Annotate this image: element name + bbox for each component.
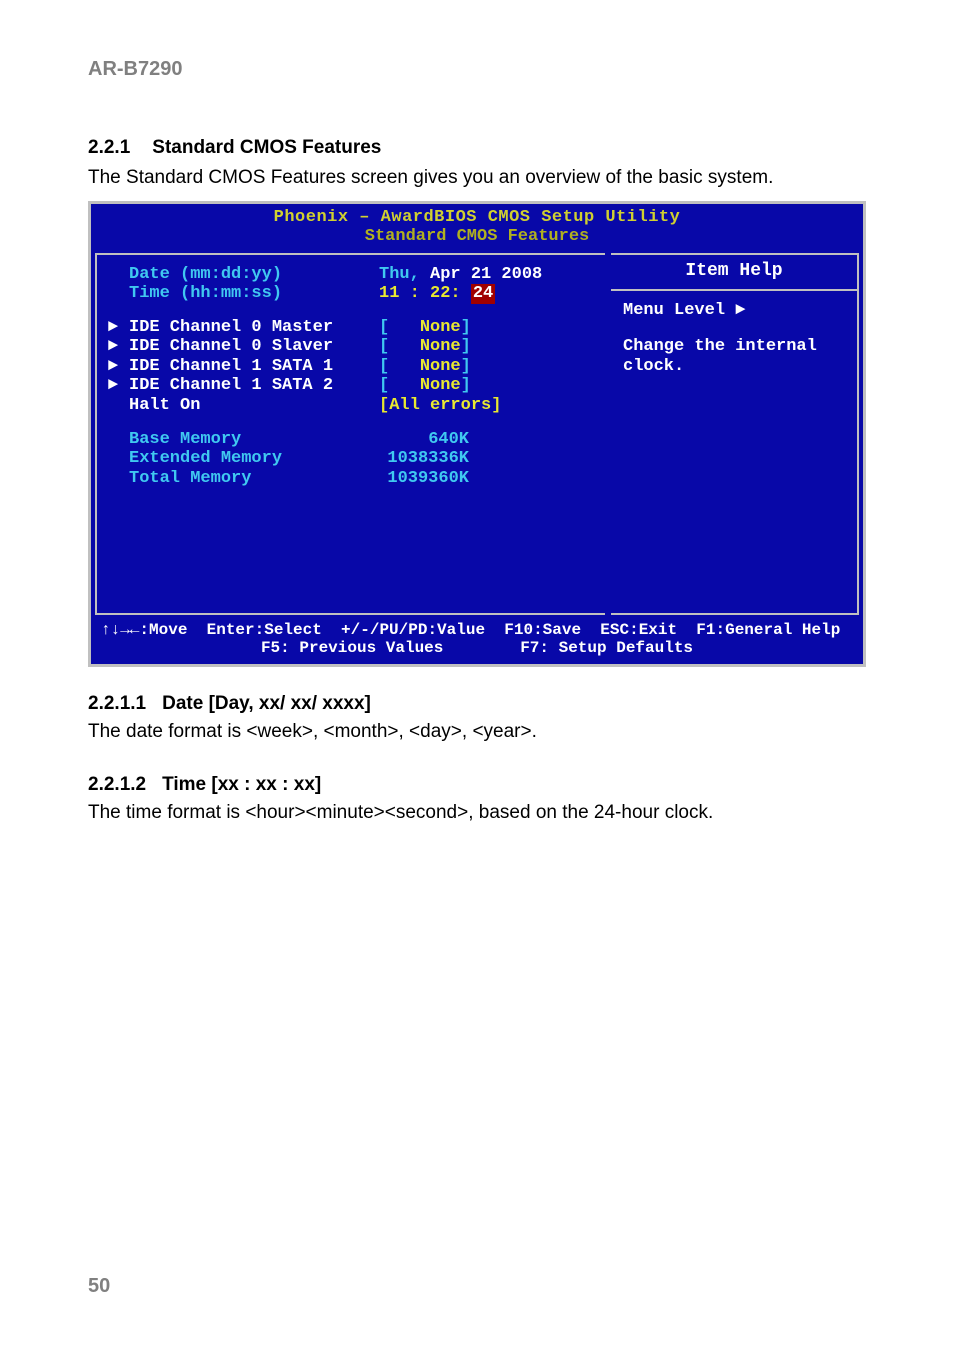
ide-row[interactable]: ► IDE Channel 1 SATA 2 [ None] [107,376,597,396]
date-row[interactable]: Date (mm:dd:yy) Thu, Apr 21 2008 [107,265,597,285]
time-ss-selected[interactable]: 24 [471,284,495,304]
bios-title: Phoenix – AwardBIOS CMOS Setup Utility [95,208,859,228]
ide-label: IDE Channel 0 Master [129,318,379,338]
help-title: Item Help [623,255,845,290]
time-label: Time (hh:mm:ss) [129,284,379,304]
total-mem-value: 1039360K [379,469,469,489]
base-mem-label: Base Memory [129,430,379,450]
subsection-text: The time format is <hour><minute><second… [88,800,866,826]
triangle-right-icon: ► [107,357,119,377]
bios-left-pane: Date (mm:dd:yy) Thu, Apr 21 2008 Time (h… [95,253,605,615]
subsection-heading: 2.2.1.2 Time [xx : xx : xx] [88,774,866,796]
time-mm: 22 [430,284,450,304]
ide-value: None [420,376,461,396]
section-title: Standard CMOS Features [152,137,381,158]
section-number: 2.2.1 [88,137,130,159]
subsection-number: 2.2.1.2 [88,774,146,796]
time-hh: 11 [379,284,399,304]
memory-row: Total Memory 1039360K [107,469,597,489]
date-label: Date (mm:dd:yy) [129,265,379,285]
ide-label: IDE Channel 1 SATA 1 [129,357,379,377]
subsection-title: Date [Day, xx/ xx/ xxxx] [162,693,371,714]
bios-screenshot: Phoenix – AwardBIOS CMOS Setup Utility S… [88,201,866,667]
subsection-number: 2.2.1.1 [88,693,146,715]
ide-row[interactable]: ► IDE Channel 1 SATA 1 [ None] [107,357,597,377]
total-mem-label: Total Memory [129,469,379,489]
bios-footer: ↑↓→←:Move Enter:Select +/-/PU/PD:Value F… [95,615,859,658]
subsection-title: Time [xx : xx : xx] [162,774,321,795]
triangle-right-icon: ► [735,301,745,320]
bios-help-pane: Item Help Menu Level ► Change the intern… [611,253,859,615]
subsection-heading: 2.2.1.1 Date [Day, xx/ xx/ xxxx] [88,693,866,715]
ext-mem-label: Extended Memory [129,449,379,469]
halt-label: Halt On [129,396,379,416]
page-number: 50 [88,1275,110,1298]
section-heading: 2.2.1 Standard CMOS Features [88,137,866,159]
date-day: Thu, [379,265,420,285]
help-description: Change the internal clock. [623,337,845,376]
ide-label: IDE Channel 0 Slaver [129,337,379,357]
triangle-right-icon: ► [107,318,119,338]
triangle-right-icon: ► [107,376,119,396]
base-mem-value: 640K [379,430,469,450]
footer-line-1: ↑↓→←:Move Enter:Select +/-/PU/PD:Value F… [101,621,853,639]
ide-value: None [420,318,461,338]
menu-level-row: Menu Level ► [623,301,845,321]
ide-value: None [420,357,461,377]
ide-row[interactable]: ► IDE Channel 0 Master [ None] [107,318,597,338]
date-value: Apr 21 2008 [430,265,542,285]
footer-line-2: F5: Previous Values F7: Setup Defaults [101,639,853,657]
ide-row[interactable]: ► IDE Channel 0 Slaver [ None] [107,337,597,357]
ext-mem-value: 1038336K [379,449,469,469]
bios-subtitle: Standard CMOS Features [95,227,859,247]
page-header: AR-B7290 [88,58,866,81]
menu-level-label: Menu Level [623,301,725,320]
time-row[interactable]: Time (hh:mm:ss) 11 : 22 : 24 [107,284,597,304]
halt-row[interactable]: Halt On [All errors] [107,396,597,416]
memory-row: Extended Memory 1038336K [107,449,597,469]
halt-value: [All errors] [379,396,501,416]
ide-label: IDE Channel 1 SATA 2 [129,376,379,396]
section-intro: The Standard CMOS Features screen gives … [88,165,866,191]
subsection-text: The date format is <week>, <month>, <day… [88,719,866,745]
ide-value: None [420,337,461,357]
help-divider [611,289,857,291]
triangle-right-icon: ► [107,337,119,357]
memory-row: Base Memory 640K [107,430,597,450]
